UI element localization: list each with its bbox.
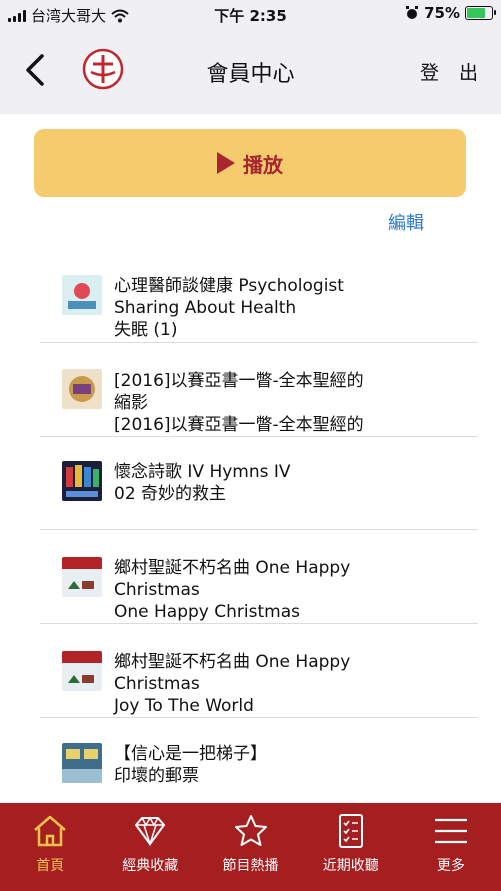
track-title: 鄉村聖誕不朽名曲 One Happy [114, 652, 351, 672]
track-title-cont: Sharing About Health [114, 298, 297, 318]
list-item[interactable]: [2016]以賽亞書一瞥-全本聖經的 縮影 [2016]以賽亞書一瞥-全本聖經的 [40, 343, 478, 437]
home-icon [34, 815, 66, 847]
album-thumbnail [62, 369, 102, 409]
track-title-cont: Christmas [114, 674, 200, 694]
play-button[interactable]: 播放 [34, 129, 466, 197]
tab-recent[interactable]: 近期收聽 [301, 803, 401, 891]
album-thumbnail [62, 743, 102, 783]
album-thumbnail [62, 275, 102, 315]
list-item[interactable]: 鄉村聖誕不朽名曲 One Happy Christmas Joy To The … [40, 624, 478, 718]
play-label: 播放 [243, 152, 283, 177]
alarm-icon [406, 6, 419, 19]
tab-popular[interactable]: 節目熱播 [200, 803, 300, 891]
track-episode: One Happy Christmas [114, 602, 300, 622]
list-item[interactable]: 鄉村聖誕不朽名曲 One Happy Christmas One Happy C… [40, 530, 478, 624]
bottom-tab-bar: 首頁 經典收藏 節目熱播 近期收聽 更多 [0, 803, 501, 891]
tab-label: 節目熱播 [222, 858, 279, 874]
menu-icon [434, 818, 467, 844]
logout-button[interactable]: 登 出 [420, 58, 485, 85]
diamond-icon [135, 816, 166, 847]
track-episode: 印壞的郵票 [114, 766, 199, 786]
nav-header: 會員中心 登 出 [0, 28, 501, 114]
star-icon [234, 815, 267, 846]
notes-icon [338, 814, 363, 848]
tab-home[interactable]: 首頁 [0, 803, 100, 891]
battery-percent: 75% [424, 4, 460, 22]
tab-more[interactable]: 更多 [401, 803, 501, 891]
track-title: [2016]以賽亞書一瞥-全本聖經的 [114, 371, 364, 391]
track-episode: 失眠 (1) [114, 320, 178, 340]
track-episode: 02 奇妙的救主 [114, 484, 227, 504]
track-episode: [2016]以賽亞書一瞥-全本聖經的 [114, 415, 364, 435]
album-thumbnail [62, 461, 102, 501]
edit-button[interactable]: 編輯 [388, 209, 424, 235]
battery-icon [465, 6, 496, 20]
track-title: 【信心是一把梯子】 [114, 744, 267, 764]
album-thumbnail [62, 557, 102, 597]
tab-label: 經典收藏 [122, 858, 179, 874]
tab-classics[interactable]: 經典收藏 [100, 803, 200, 891]
tab-label: 更多 [436, 858, 465, 874]
track-episode: Joy To The World [114, 696, 254, 716]
track-title: 心理醫師談健康 Psychologist [114, 276, 344, 296]
list-item[interactable]: 【信心是一把梯子】 印壞的郵票 [40, 718, 478, 803]
tab-label: 首頁 [36, 858, 65, 874]
track-title-cont: 縮影 [114, 393, 148, 413]
track-title-cont: Christmas [114, 580, 200, 600]
list-item[interactable]: 心理醫師談健康 Psychologist Sharing About Healt… [40, 255, 478, 343]
album-thumbnail [62, 651, 102, 691]
list-item[interactable]: 懷念詩歌 IV Hymns IV 02 奇妙的救主 [40, 437, 478, 530]
status-bar: 台湾大哥大 下午 2:35 75% [0, 0, 501, 28]
tab-label: 近期收聽 [322, 858, 379, 874]
track-title: 懷念詩歌 IV Hymns IV [114, 462, 291, 482]
track-title: 鄉村聖誕不朽名曲 One Happy [114, 558, 351, 578]
play-icon [217, 152, 235, 174]
